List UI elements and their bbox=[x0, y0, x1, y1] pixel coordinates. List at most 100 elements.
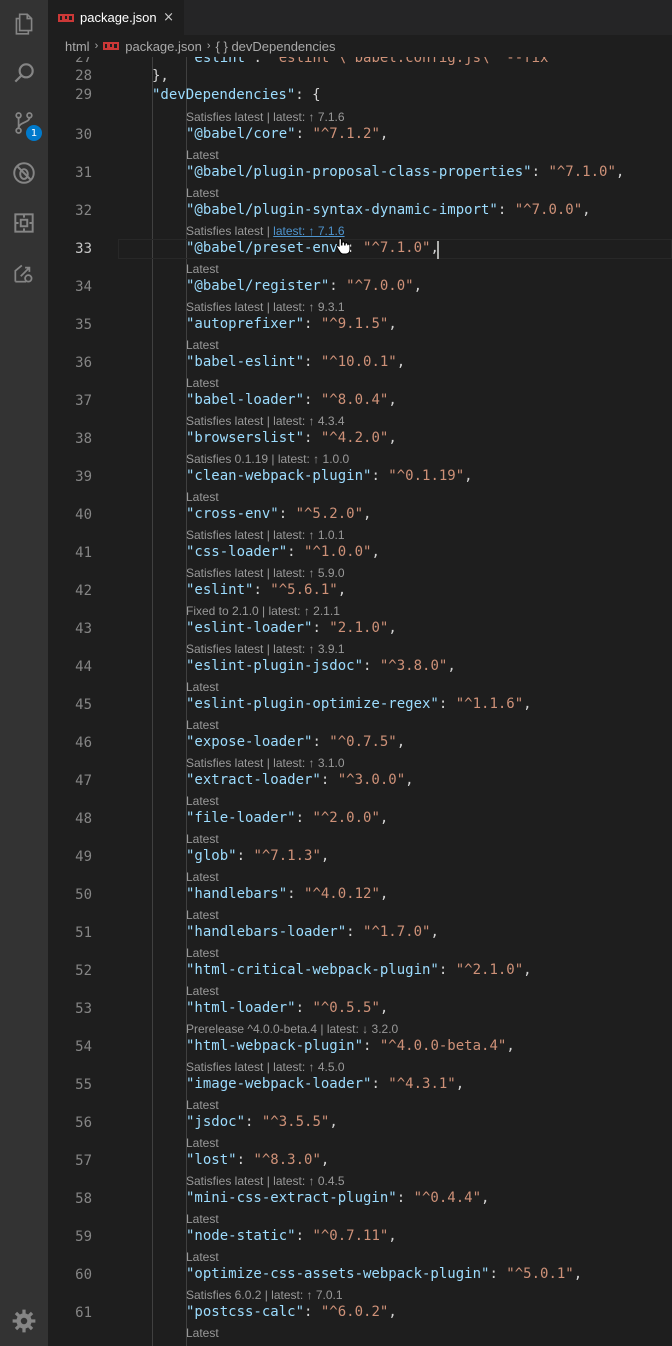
line-number: 45 bbox=[75, 697, 92, 713]
codelens-hint[interactable]: Satisfies 0.1.19 | latest: ↑ 1.0.0 bbox=[186, 452, 349, 466]
codelens-hint[interactable]: Satisfies latest | latest: ↑ 5.9.0 bbox=[186, 566, 345, 580]
codelens-hint[interactable]: Prerelease ^4.0.0-beta.4 | latest: ↓ 3.2… bbox=[186, 1022, 398, 1036]
dependency-line: Prerelease ^4.0.0-beta.4 | latest: ↓ 3.2… bbox=[48, 1019, 672, 1057]
codelens-text: Latest bbox=[186, 794, 219, 808]
close-icon[interactable]: × bbox=[163, 10, 174, 25]
codelens-hint[interactable]: Latest bbox=[186, 1212, 219, 1226]
dependency-line: Latest 37 "babel-loader": "^8.0.4", bbox=[48, 373, 672, 411]
json-comma: , bbox=[329, 1114, 338, 1130]
codelens-hint[interactable]: Latest bbox=[186, 376, 219, 390]
json-key: "postcss-calc" bbox=[186, 1304, 305, 1320]
json-key: "node-static" bbox=[186, 1228, 296, 1244]
json-colon: : bbox=[304, 1304, 321, 1320]
json-key: "devDependencies" bbox=[152, 87, 296, 103]
codelens-hint[interactable]: Latest bbox=[186, 1326, 219, 1340]
debug-icon[interactable] bbox=[0, 149, 48, 197]
line-number: 57 bbox=[75, 1153, 92, 1169]
json-key: "@babel/preset-env" bbox=[186, 240, 347, 256]
dependency-line: Latest 49 "glob": "^7.1.3", bbox=[48, 829, 672, 867]
codelens-hint[interactable]: Latest bbox=[186, 262, 219, 276]
json-colon: : bbox=[295, 810, 313, 826]
codelens-hint[interactable]: Latest bbox=[186, 832, 219, 846]
search-icon[interactable] bbox=[0, 49, 48, 97]
codelens-hint[interactable]: Latest bbox=[186, 946, 219, 960]
activity-bar: 1 bbox=[0, 0, 48, 1346]
codelens-hint[interactable]: Satisfies latest | latest: ↑ 1.0.1 bbox=[186, 528, 345, 542]
extensions-icon[interactable] bbox=[0, 199, 48, 247]
breadcrumb-symbol[interactable]: { } devDependencies bbox=[216, 39, 336, 54]
codelens-hint[interactable]: Fixed to 2.1.0 | latest: ↑ 2.1.1 bbox=[186, 604, 340, 618]
json-key: "@babel/register" bbox=[186, 278, 330, 294]
json-comma: , bbox=[320, 1152, 330, 1168]
breadcrumb-root[interactable]: html bbox=[65, 39, 90, 54]
codelens-hint[interactable]: Latest bbox=[186, 186, 219, 200]
json-comma: , bbox=[615, 164, 625, 180]
json-value: "^8.0.4" bbox=[320, 392, 389, 408]
source-control-icon[interactable]: 1 bbox=[0, 99, 48, 147]
line-number: 46 bbox=[75, 735, 92, 751]
codelens-hint[interactable]: Satisfies latest | latest: ↑ 3.1.0 bbox=[186, 756, 345, 770]
json-colon: : bbox=[304, 354, 321, 370]
codelens-hint[interactable]: Satisfies latest | latest: ↑ 4.3.4 bbox=[186, 414, 345, 428]
codelens-link[interactable]: latest: ↑ 7.1.6 bbox=[273, 224, 344, 238]
dependency-line: Latest 36 "babel-eslint": "^10.0.1", bbox=[48, 335, 672, 373]
codelens-hint[interactable]: Latest bbox=[186, 148, 219, 162]
json-key: "file-loader" bbox=[186, 810, 296, 826]
codelens-hint[interactable]: Latest bbox=[186, 1250, 219, 1264]
json-value: "^7.0.0" bbox=[346, 278, 414, 294]
codelens-hint[interactable]: Latest bbox=[186, 794, 219, 808]
dependency-line: Satisfies latest | latest: ↑ 3.9.1 44 "esl… bbox=[48, 639, 672, 677]
codelens-hint[interactable]: Satisfies 6.0.2 | latest: ↑ 7.0.1 bbox=[186, 1288, 343, 1302]
json-colon: : bbox=[438, 696, 456, 712]
codelens-hint[interactable]: Latest bbox=[186, 870, 219, 884]
json-key: "eslint-plugin-optimize-regex" bbox=[186, 696, 439, 712]
codelens-hint[interactable]: Latest bbox=[186, 490, 219, 504]
codelens-text: Latest bbox=[186, 984, 219, 998]
remote-explorer-icon[interactable] bbox=[0, 249, 48, 297]
json-value: "^1.1.6" bbox=[455, 696, 524, 712]
codelens-text: Satisfies latest | latest: ↑ 0.4.5 bbox=[186, 1174, 345, 1188]
dependency-line: Satisfies latest | latest: ↑ 3.1.0 47 "ext… bbox=[48, 753, 672, 791]
codelens-hint[interactable]: Latest bbox=[186, 338, 219, 352]
json-colon: : bbox=[363, 658, 380, 674]
codelens-hint[interactable]: Latest bbox=[186, 680, 219, 694]
explorer-icon[interactable] bbox=[0, 0, 48, 48]
json-key: "babel-eslint" bbox=[186, 354, 305, 370]
codelens-hint[interactable]: Satisfies latest | latest: ↑ 0.4.5 bbox=[186, 1174, 345, 1188]
codelens-hint[interactable]: Latest bbox=[186, 984, 219, 998]
tab-package-json[interactable]: package.json × bbox=[48, 0, 184, 35]
codelens-hint[interactable]: Satisfies latest | latest: ↑ 3.9.1 bbox=[186, 642, 345, 656]
json-colon: : bbox=[295, 1000, 313, 1016]
line-number: 47 bbox=[75, 773, 92, 789]
codelens-text: Satisfies latest | latest: ↑ 9.3.1 bbox=[186, 300, 345, 314]
line-number: 39 bbox=[75, 469, 92, 485]
codelens-hint[interactable]: Satisfies latest | latest: ↑ 7.1.6 bbox=[186, 110, 345, 124]
codelens-hint[interactable]: Latest bbox=[186, 718, 219, 732]
dependency-line: Latest 40 "cross-env": "^5.2.0", bbox=[48, 487, 672, 525]
json-value: "^6.0.2" bbox=[320, 1304, 389, 1320]
codelens-hint[interactable]: Satisfies latest | latest: ↑ 7.1.6 bbox=[186, 224, 345, 238]
dependency-line: Latest 31 "@babel/plugin-proposal-class-pr… bbox=[48, 145, 672, 183]
json-value: "^4.0.0-beta.4" bbox=[379, 1038, 507, 1054]
json-key: "lost" bbox=[186, 1152, 237, 1168]
dependency-line: Latest 57 "lost": "^8.3.0", bbox=[48, 1133, 672, 1171]
code-area[interactable]: 27 "eslint": "eslint \"babel.config.js\"… bbox=[48, 57, 672, 1346]
line-number: 34 bbox=[75, 279, 92, 295]
line-number: 36 bbox=[75, 355, 92, 371]
breadcrumb-file[interactable]: package.json bbox=[125, 39, 202, 54]
line-number: 41 bbox=[75, 545, 92, 561]
codelens-hint[interactable]: Satisfies latest | latest: ↑ 4.5.0 bbox=[186, 1060, 345, 1074]
gear-icon[interactable] bbox=[11, 1308, 37, 1334]
codelens-hint[interactable]: Latest bbox=[186, 908, 219, 922]
codelens-hint[interactable]: Satisfies latest | latest: ↑ 9.3.1 bbox=[186, 300, 345, 314]
line-number: 59 bbox=[75, 1229, 92, 1245]
line-number: 53 bbox=[75, 1001, 92, 1017]
codelens-hint[interactable]: Latest bbox=[186, 1136, 219, 1150]
json-key: "@babel/plugin-syntax-dynamic-import" bbox=[186, 202, 498, 218]
codelens-hint[interactable]: Latest bbox=[186, 1098, 219, 1112]
editor: package.json × html › package.json › { }… bbox=[48, 0, 672, 1346]
line-number: 37 bbox=[75, 393, 92, 409]
json-colon: : bbox=[371, 1076, 389, 1092]
source-control-badge: 1 bbox=[26, 125, 42, 141]
json-value: "^3.0.0" bbox=[337, 772, 406, 788]
